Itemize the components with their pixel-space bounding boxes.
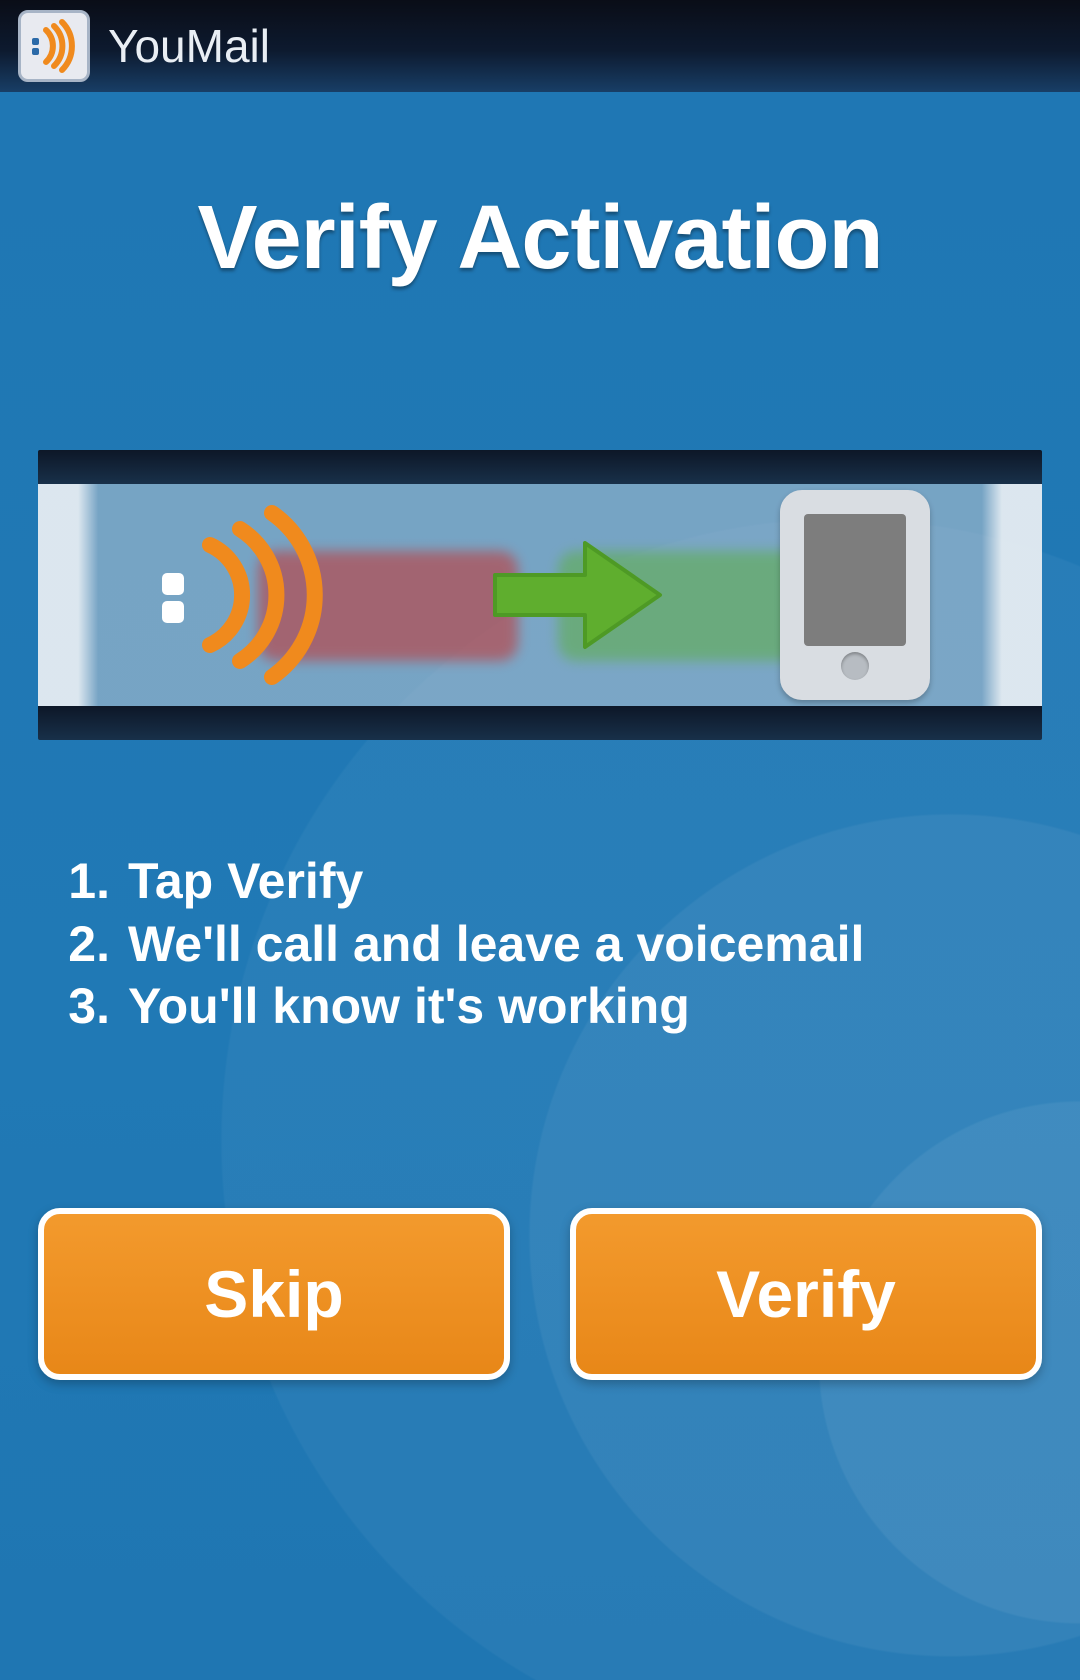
signal-icon: [150, 495, 370, 695]
step-number: 2.: [60, 913, 110, 976]
page-title: Verify Activation: [0, 187, 1080, 290]
action-bar: YouMail: [0, 0, 1080, 92]
skip-button[interactable]: Skip: [38, 1208, 510, 1380]
app-title: YouMail: [108, 19, 270, 73]
instruction-step: 3. You'll know it's working: [60, 975, 1020, 1038]
verify-button[interactable]: Verify: [570, 1208, 1042, 1380]
instruction-step: 1. Tap Verify: [60, 850, 1020, 913]
instruction-list: 1. Tap Verify 2. We'll call and leave a …: [60, 850, 1020, 1038]
main-content: Verify Activation 1. Tap Verify: [0, 92, 1080, 1680]
instruction-step: 2. We'll call and leave a voicemail: [60, 913, 1020, 976]
step-text: Tap Verify: [128, 850, 363, 913]
step-number: 3.: [60, 975, 110, 1038]
phone-icon: [780, 490, 930, 700]
illustration-banner: [38, 450, 1042, 740]
arrow-right-icon: [475, 525, 675, 665]
app-icon: [18, 10, 90, 82]
step-number: 1.: [60, 850, 110, 913]
button-row: Skip Verify: [38, 1208, 1042, 1380]
youmail-logo-icon: [26, 18, 82, 74]
step-text: We'll call and leave a voicemail: [128, 913, 864, 976]
step-text: You'll know it's working: [128, 975, 690, 1038]
